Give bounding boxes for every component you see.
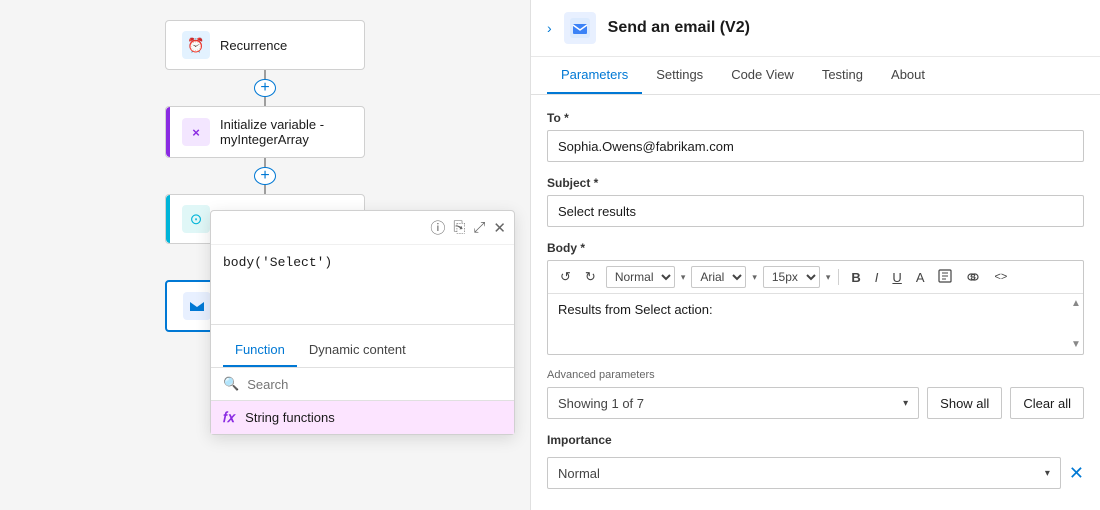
tab-code-view[interactable]: Code View bbox=[717, 57, 808, 94]
expand-icon[interactable]: › bbox=[547, 20, 552, 36]
redo-button[interactable]: ↻ bbox=[581, 267, 600, 287]
string-functions-item[interactable]: 𝑓𝑥 String functions bbox=[211, 401, 514, 434]
right-panel-title: Send an email (V2) bbox=[608, 19, 750, 37]
connector-1: + bbox=[254, 70, 276, 106]
show-all-button[interactable]: Show all bbox=[927, 387, 1002, 419]
font-select[interactable]: Arial bbox=[691, 266, 746, 288]
tab-testing[interactable]: Testing bbox=[808, 57, 877, 94]
params-dropdown[interactable]: Showing 1 of 7 ▾ bbox=[547, 387, 919, 419]
body-label: Body * bbox=[547, 241, 1084, 255]
subject-field-group: Subject * bbox=[547, 176, 1084, 227]
bold-button[interactable]: B bbox=[847, 268, 864, 287]
body-editor: ↺ ↻ Normal ▾ Arial ▾ 15px ▾ B bbox=[547, 260, 1084, 355]
importance-value: Normal bbox=[558, 466, 600, 481]
importance-row: Normal ▾ ✕ bbox=[547, 457, 1084, 489]
search-icon: 🔍 bbox=[223, 376, 239, 392]
link-button[interactable] bbox=[962, 268, 984, 287]
search-input[interactable] bbox=[247, 377, 502, 392]
recurrence-icon: ⏰ bbox=[182, 31, 210, 59]
recurrence-node[interactable]: ⏰ Recurrence bbox=[165, 20, 365, 70]
importance-dropdown[interactable]: Normal ▾ bbox=[547, 457, 1061, 489]
right-header-icon bbox=[564, 12, 596, 44]
info-icon[interactable]: ⓘ bbox=[430, 217, 445, 238]
tab-about[interactable]: About bbox=[877, 57, 939, 94]
clear-button[interactable]: Clear all bbox=[1010, 387, 1084, 419]
advanced-params-row: Showing 1 of 7 ▾ Show all Clear all bbox=[547, 387, 1084, 419]
size-select[interactable]: 15px bbox=[763, 266, 820, 288]
add-step-2[interactable]: + bbox=[254, 167, 276, 185]
right-panel: › Send an email (V2) Parameters Settings… bbox=[530, 0, 1100, 510]
string-functions-label: String functions bbox=[245, 410, 335, 425]
select-accent bbox=[166, 195, 170, 243]
expression-popup: ⓘ ⎘ ⤢ ✕ body('Select') Function Dynamic … bbox=[210, 210, 515, 435]
expression-textarea[interactable]: body('Select') bbox=[211, 245, 514, 325]
to-input[interactable] bbox=[547, 130, 1084, 162]
right-header: › Send an email (V2) bbox=[531, 0, 1100, 57]
close-icon[interactable]: ✕ bbox=[493, 219, 506, 237]
importance-label: Importance bbox=[547, 433, 1084, 447]
style-select[interactable]: Normal bbox=[606, 266, 675, 288]
code-button[interactable]: <> bbox=[990, 269, 1011, 285]
fx-icon: 𝑓𝑥 bbox=[223, 409, 235, 426]
toolbar-divider-1 bbox=[838, 269, 839, 285]
expr-search-row: 🔍 bbox=[211, 368, 514, 401]
add-step-1[interactable]: + bbox=[254, 79, 276, 97]
flow-panel: ⏰ Recurrence + × Initialize variable - m… bbox=[0, 0, 530, 510]
connector-line-1b bbox=[264, 97, 266, 106]
init-variable-label: Initialize variable - myIntegerArray bbox=[220, 117, 348, 147]
select-icon: ⊙ bbox=[182, 205, 210, 233]
chevron-importance-icon: ▾ bbox=[1045, 468, 1050, 479]
italic-button[interactable]: I bbox=[871, 268, 883, 287]
tab-dynamic-content[interactable]: Dynamic content bbox=[297, 336, 418, 367]
right-nav: Parameters Settings Code View Testing Ab… bbox=[531, 57, 1100, 95]
connector-line-2b bbox=[264, 185, 266, 194]
importance-group: Importance Normal ▾ ✕ bbox=[547, 433, 1084, 489]
tab-function[interactable]: Function bbox=[223, 336, 297, 367]
body-content-area[interactable]: Results from Select action: ▲ ▼ bbox=[548, 294, 1083, 354]
chevron-size-icon: ▾ bbox=[826, 272, 831, 283]
expr-tabs: Function Dynamic content bbox=[211, 328, 514, 368]
connector-line-1 bbox=[264, 70, 266, 79]
to-label: To * bbox=[547, 111, 1084, 125]
expr-popup-header: ⓘ ⎘ ⤢ ✕ bbox=[211, 211, 514, 245]
font-color-button[interactable]: A bbox=[912, 268, 929, 287]
body-scroll: ▲ ▼ bbox=[1071, 298, 1079, 350]
underline-button[interactable]: U bbox=[888, 268, 905, 287]
body-field-group: Body * ↺ ↻ Normal ▾ Arial ▾ 15px bbox=[547, 241, 1084, 355]
body-text: Results from Select action: bbox=[558, 302, 713, 317]
tab-settings[interactable]: Settings bbox=[642, 57, 717, 94]
connector-2: + bbox=[254, 158, 276, 194]
tab-parameters[interactable]: Parameters bbox=[547, 57, 642, 94]
showing-text: Showing 1 of 7 bbox=[558, 396, 644, 411]
chevron-font-icon: ▾ bbox=[752, 272, 757, 283]
importance-clear-button[interactable]: ✕ bbox=[1069, 463, 1084, 484]
scroll-down[interactable]: ▼ bbox=[1071, 339, 1079, 350]
init-variable-icon: × bbox=[182, 118, 210, 146]
chevron-style-icon: ▾ bbox=[681, 272, 686, 283]
body-toolbar: ↺ ↻ Normal ▾ Arial ▾ 15px ▾ B bbox=[548, 261, 1083, 294]
copy-icon[interactable]: ⎘ bbox=[453, 219, 465, 236]
advanced-params-group: Advanced parameters Showing 1 of 7 ▾ Sho… bbox=[547, 369, 1084, 419]
subject-input[interactable] bbox=[547, 195, 1084, 227]
highlight-button[interactable] bbox=[934, 267, 956, 288]
chevron-dropdown-icon: ▾ bbox=[903, 398, 908, 409]
subject-label: Subject * bbox=[547, 176, 1084, 190]
recurrence-label: Recurrence bbox=[220, 38, 287, 53]
connector-line-2 bbox=[264, 158, 266, 167]
scroll-up[interactable]: ▲ bbox=[1071, 298, 1079, 309]
init-variable-node[interactable]: × Initialize variable - myIntegerArray bbox=[165, 106, 365, 158]
to-field-group: To * bbox=[547, 111, 1084, 162]
send-email-icon bbox=[183, 292, 211, 320]
expand-icon[interactable]: ⤢ bbox=[473, 219, 485, 236]
undo-button[interactable]: ↺ bbox=[556, 267, 575, 287]
advanced-params-label: Advanced parameters bbox=[547, 369, 1084, 381]
right-body: To * Subject * Body * ↺ ↻ Normal ▾ Aria bbox=[531, 95, 1100, 510]
init-variable-accent bbox=[166, 107, 170, 157]
